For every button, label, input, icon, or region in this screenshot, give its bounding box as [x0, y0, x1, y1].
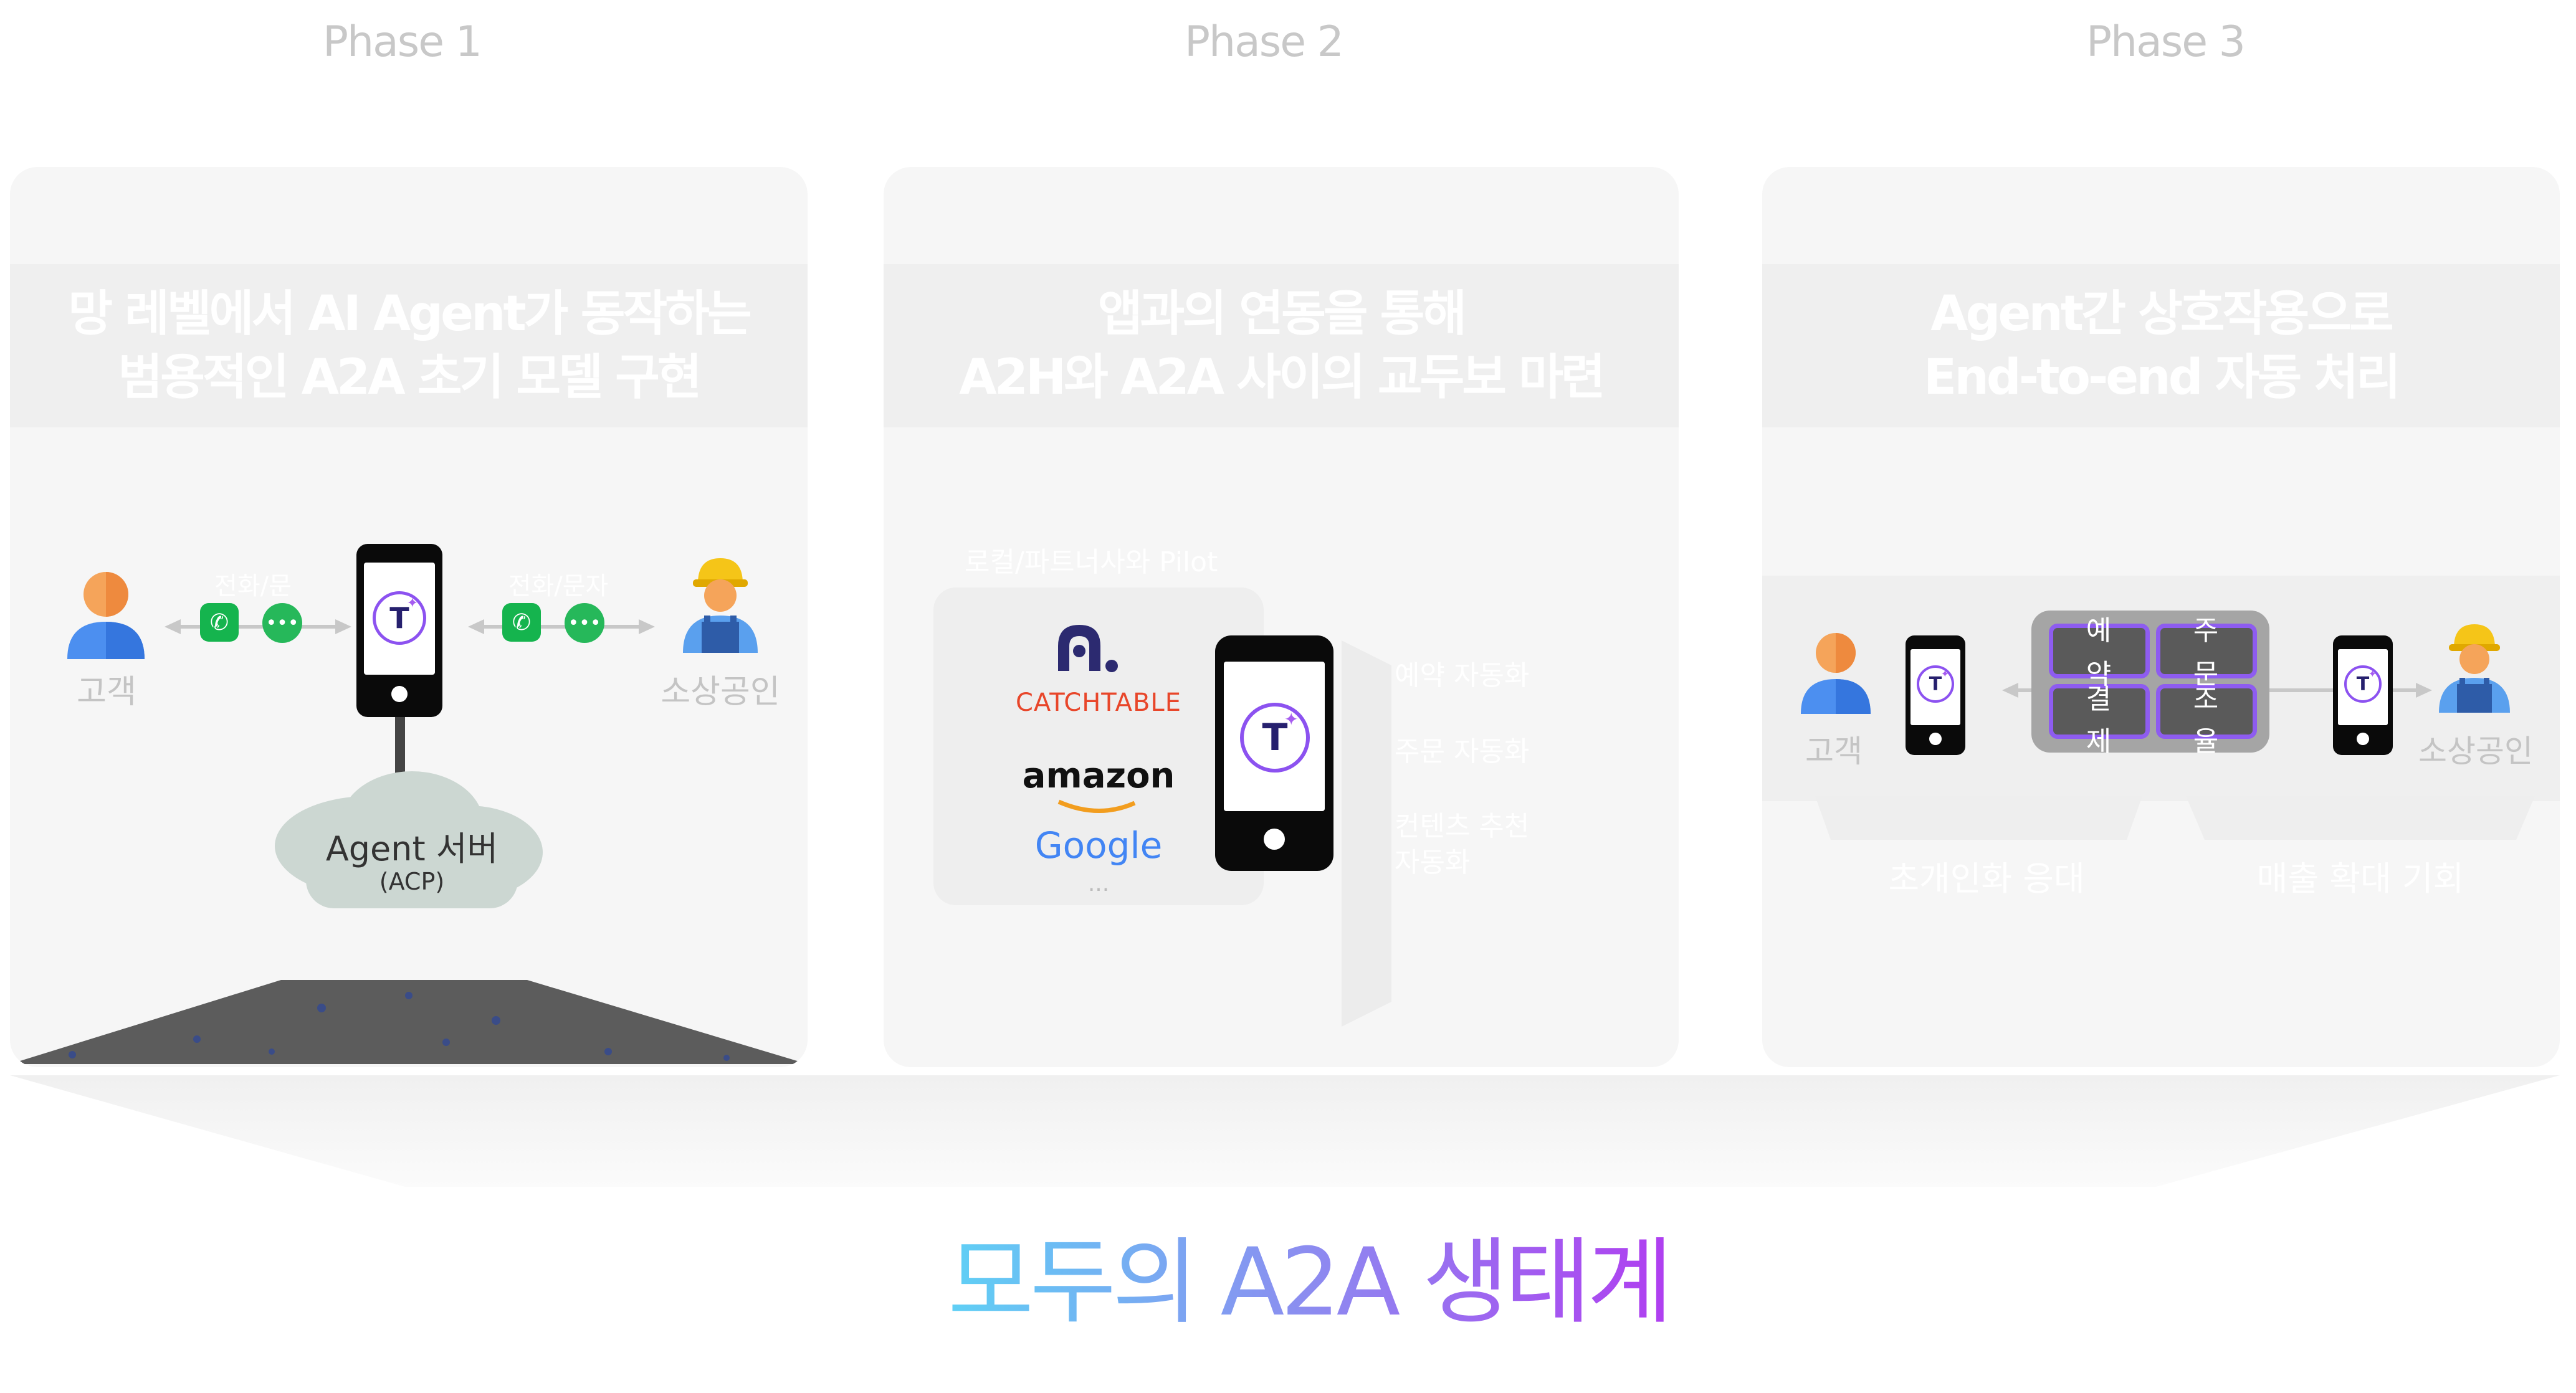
customer-person-icon: [67, 572, 145, 659]
phase-2-title-line2: A2H와 A2A 사이의 교두보 마련: [959, 349, 1605, 406]
partner-box: CATCHTABLE amazon Google ...: [933, 587, 1264, 905]
partner-catchtable: CATCHTABLE: [1016, 688, 1181, 717]
feature-content-2: 자동화: [1395, 847, 1471, 878]
order-char-1: 주: [2193, 615, 2219, 647]
merchant-worker-icon-2: [2439, 624, 2510, 713]
feature-order: 주문 자동화: [1395, 736, 1530, 768]
phase-3-label: Phase 3: [2086, 17, 2246, 67]
merchant-phone-icon: T ✦: [2333, 635, 2393, 755]
order-char-4: 율: [2193, 726, 2219, 758]
reservation-char-1: 예: [2086, 615, 2112, 647]
personalized-service-label: 초개인화 응대: [1888, 859, 2085, 898]
left-arrow-icon: [165, 619, 351, 634]
phase-1-label: Phase 1: [323, 17, 482, 67]
agent-logo-icon: T ✦: [373, 591, 426, 645]
customer-label-2: 고객: [1805, 733, 1863, 769]
left-channel-label: 전화/문: [214, 572, 292, 601]
phase-2-panel: 앱과의 연동을 통해 A2H와 A2A 사이의 교두보 마련 로컬/파트너사와 …: [884, 167, 1679, 1067]
phase-1-panel: 망 레벨에서 AI Agent가 동작하는 범용적인 A2A 초기 모델 구현 …: [10, 167, 808, 1067]
phase-1-header: 망 레벨에서 AI Agent가 동작하는 범용적인 A2A 초기 모델 구현: [10, 264, 808, 427]
footer-title: 모두의 A2A 생태계: [948, 1229, 1673, 1337]
phase-3-title-line1: Agent간 상호작용으로: [1930, 286, 2393, 342]
message-bubble-icon-2: •••: [565, 603, 604, 643]
server-sub: (ACP): [379, 868, 445, 895]
footer-title-text: 모두의 A2A 생태계: [948, 1229, 1669, 1337]
pilot-title: 로컬/파트너사와 Pilot: [965, 546, 1218, 578]
ecosystem-funnel: [10, 1075, 2560, 1187]
message-bubble-icon: •••: [262, 603, 302, 643]
customer-person-icon-2: [1801, 633, 1871, 714]
phase-2-label: Phase 2: [1185, 17, 1344, 67]
customer-phone-icon: T ✦: [1906, 635, 1965, 755]
phone-call-icon: ✆: [200, 603, 239, 642]
reservation-char-4: 제: [2086, 726, 2112, 758]
partner-amazon: amazon: [1022, 756, 1175, 796]
feature-reservation: 예약 자동화: [1395, 660, 1530, 692]
partner-google: Google: [1034, 824, 1163, 867]
partner-more: ...: [1087, 871, 1110, 896]
band-tabs: [1815, 796, 2535, 840]
agent-logo-icon-3: T ✦: [1917, 665, 1954, 703]
sales-growth-label: 매출 확대 기회: [2256, 859, 2464, 898]
pilot-phone-icon: T ✦: [1215, 635, 1333, 871]
phase-3-title-line2: End-to-end 자동 처리: [1924, 349, 2401, 406]
amazon-smile-icon: [1057, 799, 1136, 813]
order-char-3: 조: [2193, 683, 2219, 715]
phase-2-title-line1: 앱과의 연동을 통해: [1097, 286, 1467, 342]
feature-content: 컨텐츠 추천: [1395, 811, 1530, 842]
phase-2-header: 앱과의 연동을 통해 A2H와 A2A 사이의 교두보 마련: [884, 264, 1679, 427]
customer-label: 고객: [77, 673, 136, 711]
server-name: Agent 서버: [325, 829, 499, 868]
agent-logo-icon-2: T ✦: [1240, 703, 1310, 773]
merchant-label-2: 소상공인: [2418, 733, 2533, 769]
phase-3-panel: Agent간 상호작용으로 End-to-end 자동 처리 고객 T ✦ 예 약…: [1762, 167, 2560, 1067]
phase-1-title-line2: 범용적인 A2A 초기 모델 구현: [118, 349, 702, 406]
right-channel-label: 전화/문자: [508, 572, 609, 601]
merchant-worker-icon: [683, 558, 758, 653]
agent-phone-icon: T ✦: [356, 544, 442, 717]
phase-1-title-line1: 망 레벨에서 AI Agent가 동작하는: [68, 286, 752, 342]
partner-a-logo-icon: [1058, 625, 1118, 672]
reservation-char-3: 결: [2086, 683, 2112, 715]
phase-3-header: Agent간 상호작용으로 End-to-end 자동 처리: [1762, 264, 2560, 427]
right-arrow-icon: [468, 619, 655, 634]
agent-logo-icon-4: T ✦: [2344, 665, 2382, 703]
merchant-label: 소상공인: [661, 673, 780, 711]
phone-call-icon-2: ✆: [502, 603, 541, 642]
